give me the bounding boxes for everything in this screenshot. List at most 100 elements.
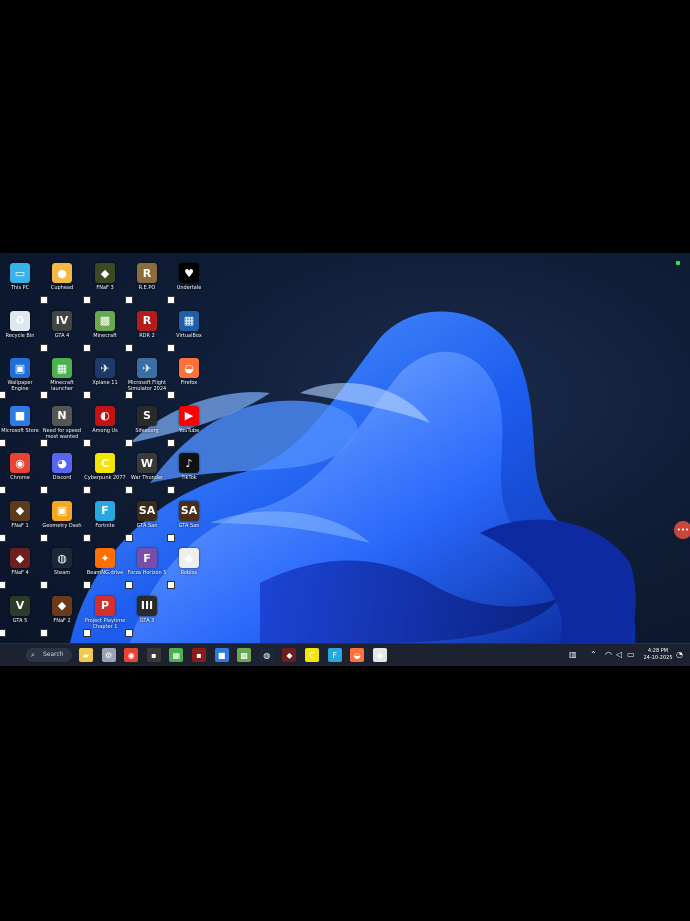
taskbar-fnaf-icon[interactable]: ◆ [282, 648, 297, 662]
taskbar-minecraft-launcher-icon[interactable]: ▦ [169, 648, 184, 662]
war-thunder-icon: W [137, 453, 157, 473]
taskbar-settings-icon[interactable]: ⚙ [101, 648, 116, 662]
desktop-icon[interactable]: ◉ Chrome [0, 449, 41, 494]
taskbar-cyberpunk-icon[interactable]: C [305, 648, 319, 662]
desktop-icon[interactable]: SA GTA San [125, 497, 168, 542]
desktop-icon[interactable]: SA GTA San [167, 497, 210, 542]
shortcut-arrow-icon [0, 581, 6, 589]
taskbar-rdr2-icon[interactable]: ▪ [192, 648, 206, 662]
chevron-up-icon[interactable]: ⌃ [590, 650, 597, 660]
desktop-icon[interactable]: ✦ BeamNG.drive [83, 544, 126, 589]
taskbar-store-icon[interactable]: ■ [214, 648, 229, 662]
tiktok-icon: ♪ [179, 453, 199, 473]
gta5-icon: V [10, 595, 30, 616]
floating-handle-button[interactable]: ••• [674, 521, 690, 539]
taskbar-game-icon[interactable]: ▪ [146, 648, 161, 662]
desktop-icon-label: BeamNG.drive [86, 570, 124, 576]
taskbar-search[interactable]: ⌕ Search [26, 648, 72, 662]
desktop-icon[interactable]: ▦ Minecraft launcher [40, 354, 83, 399]
desktop-icon[interactable]: ◍ Steam [40, 544, 83, 589]
status-indicator [676, 261, 680, 265]
desktop-icon[interactable]: ▦ VirtualBox [167, 307, 210, 352]
cuphead-icon: ● [52, 263, 72, 283]
desktop-icon[interactable]: F Forza Horizon 5 [125, 544, 168, 589]
shortcut-arrow-icon [83, 343, 91, 352]
wifi-icon[interactable]: ◠ [605, 650, 612, 660]
desktop-icon-label: Chrome [10, 475, 30, 481]
desktop-icon-label: Minecraft [93, 332, 117, 339]
desktop-icon-label: Geometry Dash [42, 522, 82, 529]
tray-clock[interactable]: 4:28 PM 24-10-2025 [640, 648, 676, 662]
desktop-icon[interactable]: ◐ Among Us [83, 402, 126, 447]
shortcut-arrow-icon [83, 296, 91, 304]
desktop-icon[interactable]: ◕ Discord [40, 449, 83, 494]
shortcut-arrow-icon [40, 438, 48, 447]
widgets-icon[interactable]: ▥ [569, 650, 577, 660]
volume-icon[interactable]: ◁ [616, 650, 622, 660]
fortnite-icon: F [95, 500, 115, 521]
geometry-dash-icon: ▣ [52, 500, 72, 521]
desktop-icon[interactable]: ▭ This PC [0, 259, 41, 303]
desktop-icon[interactable]: P Project Playtime Chapter 1 [83, 592, 126, 637]
desktop-icon[interactable]: V GTA 5 [0, 592, 41, 637]
desktop-icon[interactable]: ▶ YouTube [167, 402, 210, 447]
desktop-icon[interactable]: ◆ FNaF 2 [40, 592, 83, 637]
battery-icon[interactable]: ▭ [627, 650, 635, 660]
desktop-icon-label: TikTok [181, 475, 197, 481]
desktop-icon[interactable]: R RDR 2 [125, 307, 168, 352]
desktop-icon[interactable]: N Need for speed most wanted [40, 402, 83, 447]
taskbar-file-explorer-icon[interactable]: ▰ [79, 648, 93, 662]
desktop-icon[interactable]: ◆ FNaF 1 [0, 497, 41, 542]
search-placeholder: Search [43, 651, 64, 658]
shortcut-arrow-icon [83, 486, 91, 494]
cyberpunk-icon: C [95, 453, 115, 473]
shortcut-arrow-icon [0, 533, 6, 542]
desktop-icon[interactable]: ▩ Minecraft [83, 307, 126, 352]
desktop-icon[interactable]: F Fortnite [83, 497, 126, 542]
taskbar-chrome-icon[interactable]: ◉ [124, 648, 139, 662]
desktop-icon[interactable]: R R.E.PO [125, 259, 168, 304]
shortcut-arrow-icon [0, 391, 6, 399]
desktop-icon[interactable]: IV GTA 4 [40, 307, 83, 352]
shortcut-arrow-icon [40, 343, 48, 352]
desktop-icon-label: Among Us [92, 427, 118, 434]
desktop-icon[interactable]: III GTA 3 [125, 592, 168, 637]
notification-bell-icon[interactable]: ◔ [676, 650, 683, 660]
taskbar-steam-icon[interactable]: ◍ [259, 648, 274, 662]
desktop-icon-label: Undertale [176, 285, 202, 291]
desktop-icon[interactable]: ✈ Xplane 11 [83, 354, 126, 399]
shortcut-arrow-icon [167, 343, 175, 352]
desktop-icon[interactable]: ◆ FNaF 3 [83, 259, 126, 304]
desktop-icon-label: Cyberpunk 2077 [84, 475, 126, 481]
desktop-icon[interactable]: ♥ Undertale [167, 259, 210, 304]
taskbar-minecraft-icon[interactable]: ▩ [237, 648, 252, 662]
desktop-icon-label: Microsoft Store [1, 427, 39, 434]
shortcut-arrow-icon [83, 581, 91, 589]
desktop-icon[interactable]: ◒ Firefox [167, 354, 210, 399]
shortcut-arrow-icon [83, 391, 91, 399]
desktop-icon[interactable]: S Sifeesorg [125, 402, 168, 447]
desktop-icon[interactable]: ▣ Wallpaper Engine [0, 354, 41, 399]
desktop-icon[interactable]: ■ Microsoft Store [0, 402, 41, 447]
desktop-icon-label: GTA 5 [12, 617, 28, 624]
shortcut-arrow-icon [167, 486, 175, 494]
desktop-icon[interactable]: ✈ Microsoft Flight Simulator 2024 [125, 354, 168, 399]
desktop-icon[interactable]: W War Thunder [125, 449, 168, 494]
fnaf3-icon: ◆ [95, 263, 115, 283]
desktop-icon-label: R.E.PO [138, 285, 156, 291]
taskbar-roblox-icon[interactable]: ◆ [372, 648, 387, 662]
desktop-icon[interactable]: ◆ FNaF 4 [0, 544, 41, 589]
desktop-icon[interactable]: ◆ Roblox [167, 544, 210, 589]
among-us-icon: ◐ [95, 405, 115, 426]
steam-icon: ◍ [52, 548, 72, 568]
shortcut-arrow-icon [167, 533, 175, 542]
desktop-icon[interactable]: ▣ Geometry Dash [40, 497, 83, 542]
taskbar-firefox-icon[interactable]: ◒ [350, 648, 365, 662]
desktop-icon[interactable]: ♻ Recycle Bin [0, 307, 41, 351]
start-button[interactable] [6, 649, 19, 662]
desktop-icon[interactable]: ♪ TikTok [167, 449, 210, 494]
shortcut-arrow-icon [40, 628, 48, 637]
desktop-icon[interactable]: ● Cuphead [40, 259, 83, 304]
taskbar-fortnite-icon[interactable]: F [327, 648, 342, 662]
desktop-icon[interactable]: C Cyberpunk 2077 [83, 449, 126, 494]
